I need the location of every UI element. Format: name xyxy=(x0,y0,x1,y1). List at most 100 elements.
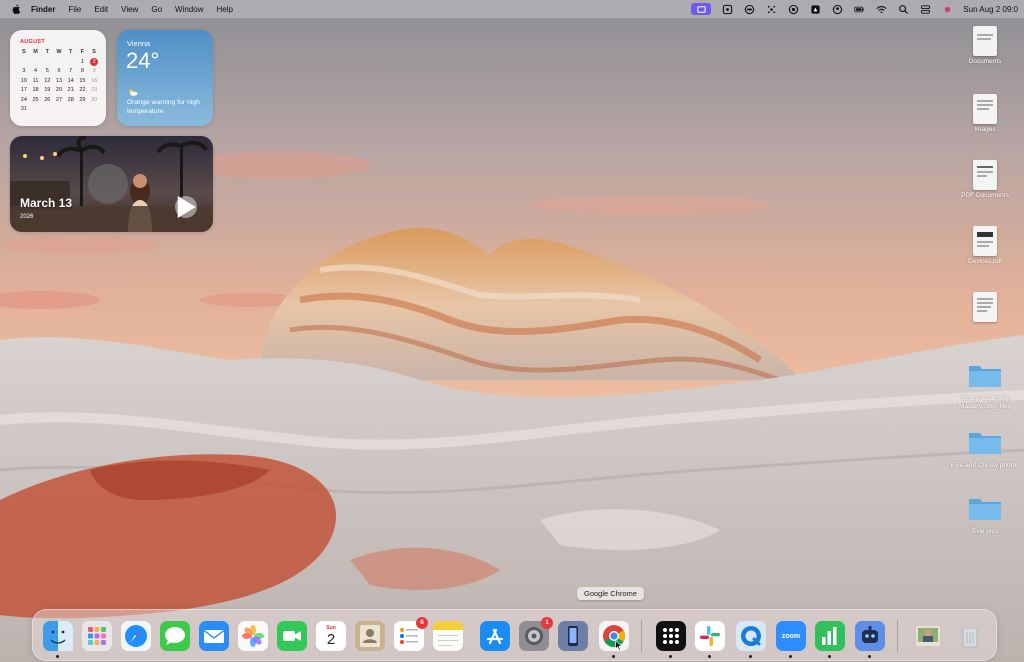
running-indicator xyxy=(708,655,711,658)
dock-numbers[interactable] xyxy=(815,621,845,651)
dock-tooltip: Google Chrome xyxy=(577,587,644,600)
dock-launchpad[interactable] xyxy=(82,621,112,651)
running-indicator xyxy=(789,655,792,658)
control-center-icon[interactable] xyxy=(919,3,931,15)
message-icon[interactable] xyxy=(743,3,755,15)
folder-icon xyxy=(969,366,1001,387)
desktop-item-document[interactable] xyxy=(950,292,1020,324)
dock-iphone-mirroring[interactable] xyxy=(558,621,588,651)
document-icon xyxy=(973,226,997,256)
calendar-weekday-header: T xyxy=(69,49,73,55)
desktop-item-pdf-documents[interactable]: PDF Documents xyxy=(950,160,1020,200)
menu-bar-clock[interactable]: Sun Aug 2 09:0 xyxy=(963,5,1018,14)
desktop-item-devices-pdf[interactable]: Devices.pdf xyxy=(950,226,1020,266)
weather-city: Vienna xyxy=(127,39,151,48)
calendar-weekday-header: M xyxy=(33,49,38,55)
weather-temperature: 24° xyxy=(126,48,160,73)
dock-quicktime[interactable] xyxy=(736,621,766,651)
battery-icon[interactable] xyxy=(853,3,865,15)
calendar-day: 2 xyxy=(90,57,99,66)
calendar-day: 22 xyxy=(79,87,86,93)
iphone-mirroring-icon xyxy=(558,621,588,651)
safari-icon xyxy=(121,621,151,651)
calendar-weekday-header: S xyxy=(92,49,96,55)
grid-dots-icon[interactable] xyxy=(765,3,777,15)
calendar-dock-day: 2 xyxy=(326,631,336,648)
desktop-item-label: PDF Documents xyxy=(961,192,1009,199)
siri-icon[interactable] xyxy=(941,3,953,15)
finder-icon xyxy=(43,621,73,651)
dock-system-settings[interactable]: 1 xyxy=(519,617,553,651)
menu-help[interactable]: Help xyxy=(216,5,232,14)
dock-apps-grid[interactable] xyxy=(656,621,686,651)
menu-finder[interactable]: Finder xyxy=(31,5,55,14)
desktop-item-documents[interactable]: Documents xyxy=(950,26,1020,66)
dock-photos[interactable] xyxy=(238,621,268,651)
dock-assistant[interactable] xyxy=(855,621,885,651)
dock-separator xyxy=(641,620,642,652)
dock-messages[interactable] xyxy=(160,621,190,651)
dock-slack[interactable] xyxy=(695,621,725,651)
assistant-icon xyxy=(855,621,885,651)
menu-go[interactable]: Go xyxy=(151,5,162,14)
calendar-day: 16 xyxy=(91,77,98,84)
calendar-day: 12 xyxy=(44,77,51,84)
calendar-day: 9 xyxy=(92,68,96,74)
desktop-item-evie-pics-folder[interactable]: Evie pics xyxy=(950,495,1020,536)
dock-app-store[interactable] xyxy=(480,621,510,651)
calendar-day: 20 xyxy=(55,87,63,93)
dock-safari[interactable] xyxy=(121,621,151,651)
dock-contacts[interactable] xyxy=(355,621,385,651)
calendar-widget[interactable]: AUGUST S M T W T F S 1 2 3 4 5 6 7 8 9 10 11 12 13 14 15 16 17 1… xyxy=(10,30,106,126)
desktop-item-group-coaching-folder[interactable]: Group Coaching Mastery...ing_files xyxy=(950,362,1020,411)
dock-google-chrome[interactable] xyxy=(599,621,629,651)
calendar-day: 31 xyxy=(20,106,27,112)
dock-mail[interactable] xyxy=(199,621,229,651)
calendar-day: 26 xyxy=(44,96,51,103)
photos-memory-widget[interactable]: March 13 2026 xyxy=(10,136,213,232)
calendar-day: 25 xyxy=(32,96,39,103)
calendar-weekday-header: W xyxy=(56,49,62,55)
dock-facetime[interactable] xyxy=(277,621,307,651)
dock-notes[interactable] xyxy=(433,621,463,651)
settings-badge: 1 xyxy=(541,617,553,629)
menu-window[interactable]: Window xyxy=(175,5,203,14)
menu-view[interactable]: View xyxy=(121,5,138,14)
drive-icon[interactable] xyxy=(809,3,821,15)
spotlight-search-icon[interactable] xyxy=(897,3,909,15)
screen-recording-icon[interactable] xyxy=(691,3,712,15)
numbers-icon xyxy=(815,621,845,651)
running-indicator xyxy=(749,655,752,658)
record-icon[interactable] xyxy=(787,3,799,15)
desktop-item-label: Documents xyxy=(968,58,1002,65)
dock-separator xyxy=(897,620,898,652)
calendar-grid: S M T W T F S 1 2 3 4 5 6 7 8 9 10 11 12 13 14 15 16 17 18 19 20 21… xyxy=(18,48,100,113)
weather-widget[interactable]: Vienna 24° Orange warning for high tempe… xyxy=(117,30,213,126)
memory-year: 2026 xyxy=(20,214,34,220)
reminders-badge: 6 xyxy=(416,617,428,629)
photos-icon xyxy=(238,621,268,651)
apple-menu-icon[interactable] xyxy=(12,4,21,14)
chat-icon[interactable] xyxy=(721,3,733,15)
desktop-item-images[interactable]: Images xyxy=(950,94,1020,134)
desktop-item-evie-christy-folder[interactable]: Evie and Christy photos xyxy=(950,429,1020,470)
menu-file[interactable]: File xyxy=(68,5,81,14)
calendar-weekday-header: S xyxy=(22,49,26,55)
dock-reminders[interactable]: 6 xyxy=(394,617,428,651)
dock-trash[interactable] xyxy=(955,621,985,651)
calendar-day: 5 xyxy=(45,68,49,74)
dock-calendar[interactable]: Sun 2 xyxy=(316,621,346,651)
calendar-day: 15 xyxy=(79,77,86,84)
notes-icon xyxy=(433,621,463,651)
calendar-empty-cell xyxy=(30,105,42,113)
menu-edit[interactable]: Edit xyxy=(94,5,108,14)
wifi-icon[interactable] xyxy=(875,3,887,15)
calendar-day: 24 xyxy=(20,96,27,103)
play-icon xyxy=(177,196,196,218)
dock-finder[interactable] xyxy=(43,621,73,651)
play-memory-button[interactable] xyxy=(175,196,197,218)
dock-photo-stack[interactable] xyxy=(913,621,943,651)
photo-stack-icon xyxy=(916,626,940,646)
user-account-icon[interactable] xyxy=(831,3,843,15)
dock-zoom[interactable]: zoom xyxy=(776,621,806,651)
